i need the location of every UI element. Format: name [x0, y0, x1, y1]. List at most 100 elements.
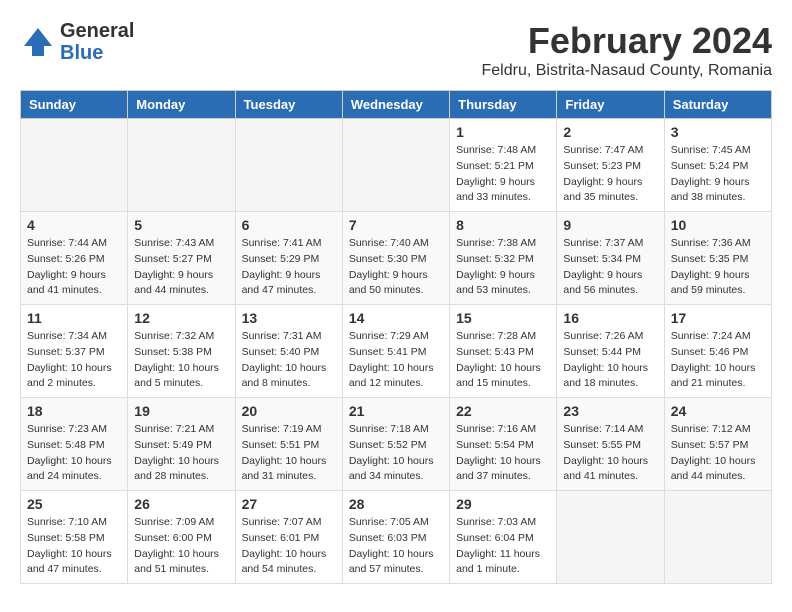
day-number: 24 — [671, 403, 765, 419]
day-info: Sunrise: 7:43 AM Sunset: 5:27 PM Dayligh… — [134, 236, 228, 299]
day-number: 9 — [563, 217, 657, 233]
day-info: Sunrise: 7:16 AM Sunset: 5:54 PM Dayligh… — [456, 422, 550, 485]
calendar-cell — [664, 491, 771, 584]
calendar-cell: 8 Sunrise: 7:38 AM Sunset: 5:32 PM Daylig… — [450, 212, 557, 305]
day-info: Sunrise: 7:37 AM Sunset: 5:34 PM Dayligh… — [563, 236, 657, 299]
calendar-header-tuesday: Tuesday — [235, 91, 342, 119]
calendar-cell: 11 Sunrise: 7:34 AM Sunset: 5:37 PM Dayli… — [21, 305, 128, 398]
day-number: 19 — [134, 403, 228, 419]
calendar-cell: 16 Sunrise: 7:26 AM Sunset: 5:44 PM Dayli… — [557, 305, 664, 398]
day-number: 10 — [671, 217, 765, 233]
day-number: 26 — [134, 496, 228, 512]
calendar-cell — [557, 491, 664, 584]
day-number: 12 — [134, 310, 228, 326]
day-info: Sunrise: 7:28 AM Sunset: 5:43 PM Dayligh… — [456, 329, 550, 392]
day-number: 25 — [27, 496, 121, 512]
day-number: 13 — [242, 310, 336, 326]
day-info: Sunrise: 7:40 AM Sunset: 5:30 PM Dayligh… — [349, 236, 443, 299]
day-info: Sunrise: 7:14 AM Sunset: 5:55 PM Dayligh… — [563, 422, 657, 485]
calendar-week-row: 18 Sunrise: 7:23 AM Sunset: 5:48 PM Dayli… — [21, 398, 772, 491]
day-number: 17 — [671, 310, 765, 326]
day-info: Sunrise: 7:34 AM Sunset: 5:37 PM Dayligh… — [27, 329, 121, 392]
day-number: 14 — [349, 310, 443, 326]
day-info: Sunrise: 7:45 AM Sunset: 5:24 PM Dayligh… — [671, 143, 765, 206]
day-number: 16 — [563, 310, 657, 326]
calendar-cell — [342, 119, 449, 212]
calendar-header-sunday: Sunday — [21, 91, 128, 119]
calendar-cell: 28 Sunrise: 7:05 AM Sunset: 6:03 PM Dayli… — [342, 491, 449, 584]
calendar-cell: 9 Sunrise: 7:37 AM Sunset: 5:34 PM Daylig… — [557, 212, 664, 305]
calendar-cell: 26 Sunrise: 7:09 AM Sunset: 6:00 PM Dayli… — [128, 491, 235, 584]
calendar-cell: 22 Sunrise: 7:16 AM Sunset: 5:54 PM Dayli… — [450, 398, 557, 491]
day-info: Sunrise: 7:09 AM Sunset: 6:00 PM Dayligh… — [134, 515, 228, 578]
day-info: Sunrise: 7:32 AM Sunset: 5:38 PM Dayligh… — [134, 329, 228, 392]
calendar-header-friday: Friday — [557, 91, 664, 119]
day-info: Sunrise: 7:18 AM Sunset: 5:52 PM Dayligh… — [349, 422, 443, 485]
day-info: Sunrise: 7:21 AM Sunset: 5:49 PM Dayligh… — [134, 422, 228, 485]
day-number: 8 — [456, 217, 550, 233]
day-number: 7 — [349, 217, 443, 233]
calendar-cell: 14Sunrise: 7:29 AM Sunset: 5:41 PM Dayli… — [342, 305, 449, 398]
day-info: Sunrise: 7:47 AM Sunset: 5:23 PM Dayligh… — [563, 143, 657, 206]
calendar-header-monday: Monday — [128, 91, 235, 119]
calendar-week-row: 25Sunrise: 7:10 AM Sunset: 5:58 PM Dayli… — [21, 491, 772, 584]
calendar-cell: 24 Sunrise: 7:12 AM Sunset: 5:57 PM Dayli… — [664, 398, 771, 491]
day-number: 27 — [242, 496, 336, 512]
day-number: 18 — [27, 403, 121, 419]
day-number: 11 — [27, 310, 121, 326]
calendar-cell: 1 Sunrise: 7:48 AM Sunset: 5:21 PM Daylig… — [450, 119, 557, 212]
calendar-header-thursday: Thursday — [450, 91, 557, 119]
logo-general: General — [60, 20, 134, 42]
logo-blue: Blue — [60, 42, 134, 64]
day-number: 28 — [349, 496, 443, 512]
calendar-cell: 6 Sunrise: 7:41 AM Sunset: 5:29 PM Daylig… — [235, 212, 342, 305]
calendar-header-row: SundayMondayTuesdayWednesdayThursdayFrid… — [21, 91, 772, 119]
logo-icon — [20, 24, 56, 60]
day-number: 23 — [563, 403, 657, 419]
calendar-cell: 10 Sunrise: 7:36 AM Sunset: 5:35 PM Dayli… — [664, 212, 771, 305]
day-info: Sunrise: 7:12 AM Sunset: 5:57 PM Dayligh… — [671, 422, 765, 485]
day-info: Sunrise: 7:26 AM Sunset: 5:44 PM Dayligh… — [563, 329, 657, 392]
calendar-cell — [128, 119, 235, 212]
calendar-cell: 12 Sunrise: 7:32 AM Sunset: 5:38 PM Dayli… — [128, 305, 235, 398]
calendar-week-row: 4Sunrise: 7:44 AM Sunset: 5:26 PM Daylig… — [21, 212, 772, 305]
calendar-cell: 23 Sunrise: 7:14 AM Sunset: 5:55 PM Dayli… — [557, 398, 664, 491]
day-number: 2 — [563, 124, 657, 140]
day-info: Sunrise: 7:38 AM Sunset: 5:32 PM Dayligh… — [456, 236, 550, 299]
day-info: Sunrise: 7:36 AM Sunset: 5:35 PM Dayligh… — [671, 236, 765, 299]
day-info: Sunrise: 7:03 AM Sunset: 6:04 PM Dayligh… — [456, 515, 550, 578]
day-number: 1 — [456, 124, 550, 140]
day-number: 15 — [456, 310, 550, 326]
day-info: Sunrise: 7:23 AM Sunset: 5:48 PM Dayligh… — [27, 422, 121, 485]
calendar-cell — [235, 119, 342, 212]
calendar-cell — [21, 119, 128, 212]
calendar-cell: 4Sunrise: 7:44 AM Sunset: 5:26 PM Daylig… — [21, 212, 128, 305]
day-info: Sunrise: 7:24 AM Sunset: 5:46 PM Dayligh… — [671, 329, 765, 392]
calendar-week-row: 1 Sunrise: 7:48 AM Sunset: 5:21 PM Daylig… — [21, 119, 772, 212]
day-info: Sunrise: 7:07 AM Sunset: 6:01 PM Dayligh… — [242, 515, 336, 578]
calendar-cell: 2 Sunrise: 7:47 AM Sunset: 5:23 PM Daylig… — [557, 119, 664, 212]
calendar-cell: 29 Sunrise: 7:03 AM Sunset: 6:04 PM Dayli… — [450, 491, 557, 584]
day-number: 6 — [242, 217, 336, 233]
day-number: 20 — [242, 403, 336, 419]
day-number: 29 — [456, 496, 550, 512]
day-info: Sunrise: 7:31 AM Sunset: 5:40 PM Dayligh… — [242, 329, 336, 392]
day-info: Sunrise: 7:48 AM Sunset: 5:21 PM Dayligh… — [456, 143, 550, 206]
calendar-cell: 15 Sunrise: 7:28 AM Sunset: 5:43 PM Dayli… — [450, 305, 557, 398]
calendar-header-wednesday: Wednesday — [342, 91, 449, 119]
calendar-cell: 18 Sunrise: 7:23 AM Sunset: 5:48 PM Dayli… — [21, 398, 128, 491]
day-info: Sunrise: 7:44 AM Sunset: 5:26 PM Dayligh… — [27, 236, 121, 299]
calendar-week-row: 11 Sunrise: 7:34 AM Sunset: 5:37 PM Dayli… — [21, 305, 772, 398]
page-title: February 2024 — [482, 20, 773, 62]
calendar-cell: 21Sunrise: 7:18 AM Sunset: 5:52 PM Dayli… — [342, 398, 449, 491]
calendar-table: SundayMondayTuesdayWednesdayThursdayFrid… — [20, 90, 772, 584]
day-info: Sunrise: 7:05 AM Sunset: 6:03 PM Dayligh… — [349, 515, 443, 578]
calendar-cell: 3Sunrise: 7:45 AM Sunset: 5:24 PM Daylig… — [664, 119, 771, 212]
page-subtitle: Feldru, Bistrita-Nasaud County, Romania — [482, 62, 773, 80]
calendar-cell: 5Sunrise: 7:43 AM Sunset: 5:27 PM Daylig… — [128, 212, 235, 305]
calendar-cell: 25Sunrise: 7:10 AM Sunset: 5:58 PM Dayli… — [21, 491, 128, 584]
day-number: 22 — [456, 403, 550, 419]
calendar-header-saturday: Saturday — [664, 91, 771, 119]
page-header: General Blue February 2024 Feldru, Bistr… — [20, 20, 772, 80]
day-info: Sunrise: 7:41 AM Sunset: 5:29 PM Dayligh… — [242, 236, 336, 299]
